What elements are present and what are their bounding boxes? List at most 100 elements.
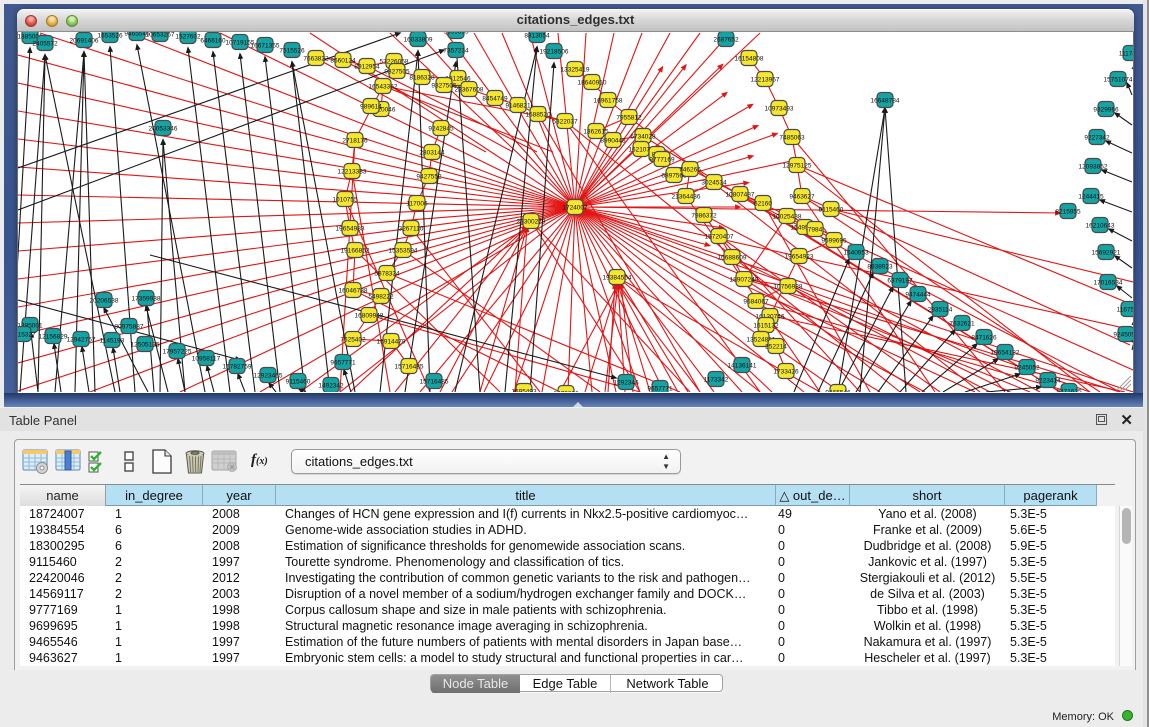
svg-text:7663822: 7663822 [303, 56, 329, 63]
svg-text:1653526: 1653526 [97, 33, 123, 40]
svg-text:1615132: 1615132 [753, 323, 779, 330]
svg-text:7515526: 7515526 [279, 48, 305, 55]
svg-text:10807487: 10807487 [726, 192, 755, 199]
svg-text:1173342: 1173342 [704, 377, 729, 384]
svg-text:10688609: 10688609 [718, 255, 747, 262]
svg-text:25300273: 25300273 [517, 219, 546, 226]
svg-text:14136141: 14136141 [728, 363, 757, 370]
svg-text:2718176: 2718176 [342, 138, 368, 145]
svg-text:12213967: 12213967 [751, 77, 780, 84]
svg-text:12156829: 12156829 [39, 334, 68, 341]
svg-text:9245052: 9245052 [1014, 365, 1040, 372]
svg-text:16154808: 16154808 [735, 56, 764, 63]
svg-text:62160: 62160 [754, 201, 772, 208]
svg-text:15716485: 15716485 [420, 379, 449, 386]
svg-text:16648784: 16648784 [871, 98, 900, 105]
svg-text:19384554: 19384554 [603, 275, 632, 282]
svg-text:2687652: 2687652 [713, 37, 739, 44]
svg-text:16543362: 16543362 [369, 84, 398, 91]
svg-text:7986372: 7986372 [691, 213, 717, 220]
svg-text:2935114: 2935114 [928, 307, 953, 314]
svg-text:18640910: 18640910 [578, 80, 607, 87]
svg-text:12505135: 12505135 [131, 342, 160, 349]
svg-text:21364436: 21364436 [672, 194, 701, 201]
svg-text:1010755: 1010755 [332, 197, 358, 204]
svg-text:20691406: 20691406 [70, 38, 99, 45]
svg-text:5322037: 5322037 [552, 119, 578, 126]
svg-text:12975125: 12975125 [783, 163, 812, 170]
svg-text:8912954: 8912954 [354, 64, 380, 71]
svg-text:6466160: 6466160 [200, 38, 226, 45]
svg-text:16809948: 16809948 [355, 313, 384, 320]
svg-text:1292346: 1292346 [613, 380, 639, 387]
svg-text:9777169: 9777169 [649, 157, 675, 164]
svg-text:15720407: 15720407 [705, 234, 734, 241]
svg-text:9427552: 9427552 [416, 174, 442, 181]
svg-text:15353594: 15353594 [389, 248, 418, 255]
svg-text:7485063: 7485063 [779, 135, 805, 142]
svg-text:1588520: 1588520 [525, 112, 551, 119]
svg-text:252214: 252214 [765, 344, 787, 351]
svg-text:9227342: 9227342 [1084, 135, 1110, 142]
svg-text:19166852: 19166852 [341, 248, 370, 255]
svg-text:9242845: 9242845 [428, 126, 454, 133]
svg-text:5878334: 5878334 [374, 271, 400, 278]
svg-text:16961758: 16961758 [594, 98, 623, 105]
svg-text:12093852: 12093852 [1079, 164, 1108, 171]
svg-text:13325419: 13325419 [561, 67, 590, 74]
svg-text:6379197: 6379197 [887, 278, 913, 285]
svg-text:3024534: 3024534 [701, 180, 727, 187]
svg-text:1640953: 1640953 [843, 250, 869, 257]
svg-text:7632621: 7632621 [949, 321, 975, 328]
svg-text:9699695: 9699695 [821, 238, 847, 245]
svg-text:7625402: 7625402 [340, 337, 366, 344]
svg-text:20053346: 20053346 [149, 126, 178, 133]
svg-text:9146821: 9146821 [505, 103, 531, 110]
svg-text:7357234: 7357234 [443, 48, 469, 55]
svg-text:10653267: 10653267 [146, 32, 175, 39]
svg-text:9327505: 9327505 [384, 69, 410, 76]
svg-text:9115460: 9115460 [286, 379, 311, 386]
svg-text:8472626: 8472626 [553, 391, 579, 393]
svg-text:16914479: 16914479 [377, 339, 406, 346]
svg-text:1117404: 1117404 [1119, 51, 1133, 58]
svg-text:9329966: 9329966 [1093, 107, 1119, 114]
svg-text:1527602: 1527602 [175, 34, 201, 41]
svg-text:18907249: 18907249 [730, 277, 759, 284]
svg-text:9463627: 9463627 [789, 194, 815, 201]
svg-text:6734028: 6734028 [630, 134, 656, 141]
svg-text:1145193: 1145193 [100, 338, 125, 345]
svg-text:17016534: 17016534 [1094, 280, 1123, 287]
svg-text:9115460: 9115460 [819, 207, 844, 214]
svg-text:9474444: 9474444 [905, 292, 931, 299]
svg-text:16782759: 16782759 [223, 364, 252, 371]
svg-text:9699695: 9699695 [443, 32, 469, 36]
svg-text:2405572: 2405572 [32, 41, 58, 48]
svg-text:16033809: 16033809 [404, 37, 433, 44]
svg-text:9245052: 9245052 [1113, 332, 1133, 339]
svg-text:3915327: 3915327 [18, 332, 36, 339]
svg-text:9465546: 9465546 [825, 390, 851, 393]
svg-text:1733426: 1733426 [773, 369, 799, 376]
svg-text:16210643: 16210643 [1086, 223, 1115, 230]
svg-text:12923465: 12923465 [254, 373, 283, 380]
svg-text:16671355: 16671355 [251, 43, 280, 50]
svg-text:16046788: 16046788 [339, 288, 368, 295]
svg-text:7955812: 7955812 [616, 115, 642, 122]
svg-text:9327505: 9327505 [431, 83, 457, 90]
svg-text:17957225: 17957225 [163, 349, 192, 356]
svg-text:7984: 7984 [808, 227, 823, 234]
svg-text:9657771: 9657771 [647, 386, 673, 393]
svg-text:10973493: 10973493 [765, 106, 794, 113]
svg-text:9657771: 9657771 [330, 360, 356, 367]
svg-text:20206538: 20206538 [90, 298, 119, 305]
svg-text:17359938: 17359938 [132, 296, 161, 303]
svg-text:1724007: 1724007 [562, 205, 588, 212]
svg-text:8186328: 8186328 [409, 75, 435, 82]
svg-text:9684067: 9684067 [743, 299, 769, 306]
svg-text:8471626: 8471626 [971, 335, 997, 342]
svg-text:12213383: 12213383 [338, 169, 367, 176]
svg-text:2803144: 2803144 [419, 150, 445, 157]
svg-text:8938923: 8938923 [867, 264, 893, 271]
svg-text:1244415: 1244415 [1078, 194, 1104, 201]
